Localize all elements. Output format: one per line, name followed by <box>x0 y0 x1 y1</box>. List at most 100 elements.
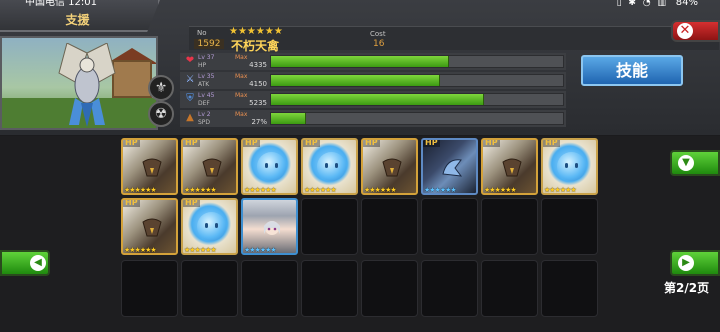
stat-max-label: Max <box>235 54 248 61</box>
empty-slot[interactable] <box>421 198 478 255</box>
unit-card-slime[interactable]: HP ★★★★★★ <box>301 138 358 195</box>
unit-card-slime[interactable]: HP ★★★★★★ <box>541 138 598 195</box>
empty-slot[interactable] <box>361 198 418 255</box>
prev-page-button[interactable]: ◀ <box>0 250 50 276</box>
page-indicator: 第2/2页 <box>664 281 710 295</box>
stat-level: Lv 45 <box>198 92 215 99</box>
stat-level: Lv 35 <box>198 73 215 80</box>
heart-icon: ❤ <box>185 55 195 66</box>
stat-bar <box>270 93 564 106</box>
unit-portrait <box>0 36 158 130</box>
hp-tag: HP <box>183 138 200 147</box>
unit-name: 不朽天禽 <box>231 39 280 53</box>
page-title: 支援 <box>65 13 90 27</box>
card-stars: ★★★★★★ <box>184 186 217 194</box>
hp-tag: HP <box>123 198 140 207</box>
number-label: No <box>197 29 207 37</box>
unit-card-dragon[interactable]: HP ★★★★★★ <box>421 138 478 195</box>
unit-card-girl[interactable]: ★★★★★★ <box>241 198 298 255</box>
stat-max-label: Max <box>235 73 248 80</box>
card-stars: ★★★★★★ <box>244 246 277 254</box>
unit-card-eagle[interactable]: HP ★★★★★★ <box>121 198 178 255</box>
stat-value: 4150 <box>249 80 267 88</box>
unit-card-eagle[interactable]: HP ★★★★★★ <box>181 138 238 195</box>
empty-slot[interactable] <box>481 260 538 317</box>
slime-face-icon <box>557 152 586 181</box>
unit-grid-area: HP ★★★★★★ HP ★★★★★★ HP ★★★★★★ HP ★★★★★★ HP ★★★★★★… <box>0 136 720 332</box>
unit-card-slime[interactable]: HP ★★★★★★ <box>181 198 238 255</box>
stat-name: ATK <box>198 81 210 88</box>
girl-portrait-icon <box>264 221 280 235</box>
unit-card-slime[interactable]: HP ★★★★★★ <box>241 138 298 195</box>
slime-face-icon <box>257 152 286 181</box>
empty-slot[interactable] <box>301 260 358 317</box>
griffin-illustration <box>58 43 116 127</box>
sword-icon: ⚔ <box>185 74 195 85</box>
stat-row: ❤ Lv 37 HP Max 4335 <box>180 53 566 70</box>
hp-tag: HP <box>123 138 140 147</box>
hp-tag: HP <box>303 138 320 147</box>
shield-icon: ⛨ <box>186 93 194 104</box>
empty-slot[interactable] <box>541 198 598 255</box>
stat-bar-fill <box>271 94 484 105</box>
cost-value: 16 <box>373 39 385 49</box>
element-icon[interactable]: ☢ <box>148 101 174 127</box>
stat-bar-fill <box>271 75 440 86</box>
stat-row: ▲ Lv 2 SPD Max 27% <box>180 110 566 127</box>
stat-value: 5235 <box>249 99 267 107</box>
hp-tag: HP <box>243 138 260 147</box>
filter-icon: ▼ <box>678 155 694 171</box>
card-stars: ★★★★★★ <box>124 186 157 194</box>
stat-row: ⛨ Lv 45 DEF Max 5235 <box>180 91 566 108</box>
empty-slot[interactable] <box>361 260 418 317</box>
next-page-button[interactable]: ▶ <box>670 250 720 276</box>
empty-slot[interactable] <box>541 260 598 317</box>
side-icon-column: ⚜ ☢ <box>148 75 178 130</box>
card-stars: ★★★★★★ <box>304 186 337 194</box>
status-bar: 中国电信 12:01 ▯ ✱ ◔ ▥ 84% <box>0 0 720 9</box>
chevron-right-icon: ▶ <box>678 255 694 271</box>
close-button[interactable]: ✕ <box>671 20 720 42</box>
card-stars: ★★★★★★ <box>424 186 457 194</box>
dragon-icon <box>442 159 463 177</box>
unit-number: 1592 <box>194 39 224 49</box>
card-stars: ★★★★★★ <box>484 186 517 194</box>
cost-label: Cost <box>370 30 386 38</box>
empty-slot[interactable] <box>301 198 358 255</box>
skill-button[interactable]: 技能 <box>581 55 683 86</box>
unit-card-eagle[interactable]: HP ★★★★★★ <box>121 138 178 195</box>
hp-tag: HP <box>543 138 560 147</box>
card-stars: ★★★★★★ <box>364 186 397 194</box>
empty-slot[interactable] <box>241 260 298 317</box>
stat-value: 27% <box>251 118 267 126</box>
hp-tag: HP <box>363 138 380 147</box>
stat-bar <box>270 112 564 125</box>
stat-name: SPD <box>198 119 211 126</box>
filter-button[interactable]: ▼ <box>670 150 720 176</box>
close-icon: ✕ <box>677 23 693 39</box>
slime-face-icon <box>197 212 226 241</box>
stat-name: HP <box>198 62 207 69</box>
emblem-icon[interactable]: ⚜ <box>148 75 174 101</box>
empty-slot[interactable] <box>181 260 238 317</box>
carrier-time: 中国电信 12:01 <box>25 0 97 8</box>
eagle-head-icon <box>142 158 162 177</box>
empty-slot[interactable] <box>421 260 478 317</box>
empty-slot[interactable] <box>481 198 538 255</box>
unit-card-eagle[interactable]: HP ★★★★★★ <box>481 138 538 195</box>
status-icons: ▯ ✱ ◔ ▥ <box>616 0 668 8</box>
slime-face-icon <box>317 152 346 181</box>
stat-max-label: Max <box>235 111 248 118</box>
stat-value: 4335 <box>249 61 267 69</box>
empty-slot[interactable] <box>121 260 178 317</box>
hp-tag: HP <box>183 198 200 207</box>
eagle-head-icon <box>142 218 162 237</box>
header-panel: 支援 ⚜ ☢ No 1592 ★★★★★★ 不朽天禽 Cost 16 ✕ ❤ Lv… <box>0 0 720 135</box>
card-stars: ★★★★★★ <box>544 186 577 194</box>
portrait-house <box>112 60 152 98</box>
stat-level: Lv 37 <box>198 54 215 61</box>
unit-card-eagle[interactable]: HP ★★★★★★ <box>361 138 418 195</box>
stat-bar-fill <box>271 113 306 124</box>
eagle-head-icon <box>382 158 402 177</box>
boot-icon: ▲ <box>186 112 194 123</box>
